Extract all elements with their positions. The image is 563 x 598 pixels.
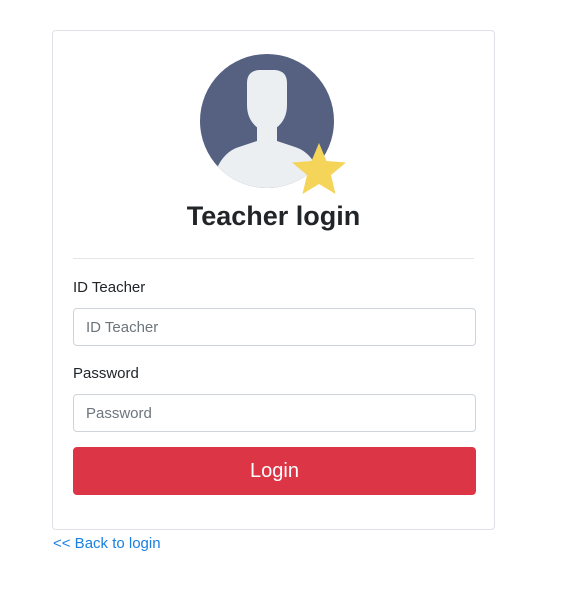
password-input[interactable] [73, 394, 476, 432]
page-title: Teacher login [186, 201, 361, 231]
password-label: Password [73, 365, 139, 382]
divider [73, 258, 474, 259]
teacher-avatar-icon [200, 54, 346, 194]
login-card: Teacher login ID Teacher Password Login [52, 30, 495, 530]
id-teacher-input[interactable] [73, 308, 476, 346]
login-button[interactable]: Login [73, 447, 476, 495]
id-teacher-label: ID Teacher [73, 279, 146, 296]
back-to-login-link[interactable]: << Back to login [53, 535, 161, 552]
